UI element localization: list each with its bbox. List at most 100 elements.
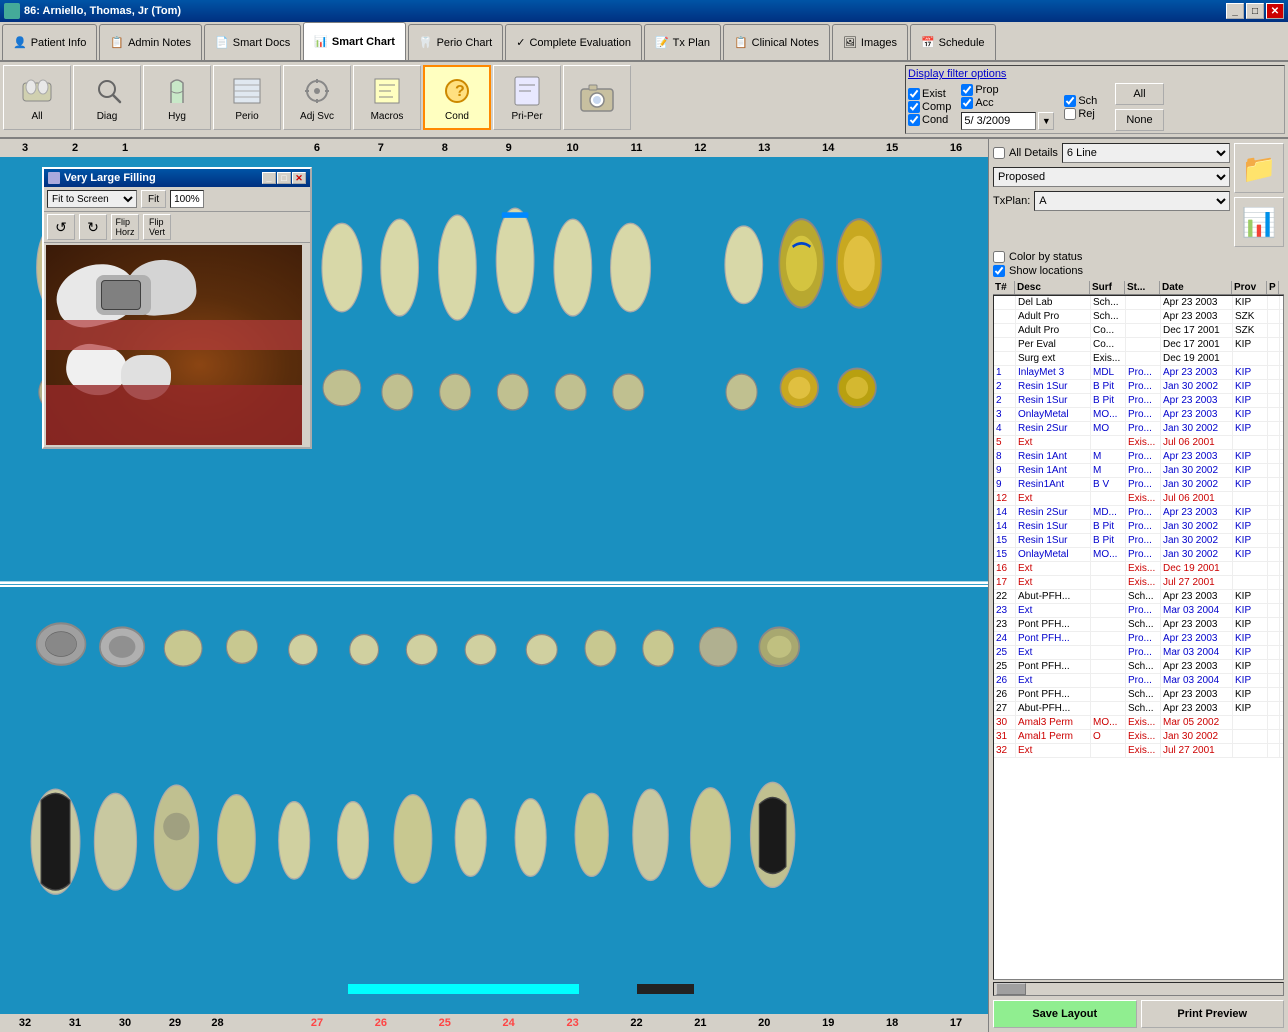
- folder-icon-btn[interactable]: 📁: [1234, 143, 1284, 193]
- tab-patient-info[interactable]: 👤 Patient Info: [2, 24, 97, 60]
- print-preview-button[interactable]: Print Preview: [1141, 1000, 1285, 1028]
- fw-fit-select[interactable]: Fit to Screen Original: [47, 190, 137, 208]
- table-row[interactable]: 27 Abut-PFH... Sch... Apr 23 2003 KIP: [994, 702, 1283, 716]
- line-select[interactable]: 6 Line 4 Line 8 Line: [1062, 143, 1230, 163]
- table-row[interactable]: 17 Ext Exis... Jul 27 2001: [994, 576, 1283, 590]
- filter-comp-checkbox[interactable]: [908, 101, 920, 113]
- close-button[interactable]: ✕: [1266, 3, 1284, 19]
- clinical-notes-icon: 📋: [734, 36, 748, 49]
- table-row[interactable]: 12 Ext Exis... Jul 06 2001: [994, 492, 1283, 506]
- floating-window-buttons: _ □ ✕: [262, 172, 306, 184]
- tool-adj-svc[interactable]: Adj Svc: [283, 65, 351, 130]
- tool-cond-label: Cond: [445, 111, 469, 122]
- filter-prop-checkbox[interactable]: [961, 84, 973, 96]
- fw-fit-button[interactable]: Fit: [141, 190, 166, 208]
- tab-admin-notes[interactable]: 📋 Admin Notes: [99, 24, 202, 60]
- table-row[interactable]: 1 InlayMet 3 MDL Pro... Apr 23 2003 KIP: [994, 366, 1283, 380]
- scrollbar-thumb[interactable]: [996, 983, 1026, 995]
- tab-complete-eval[interactable]: ✓ Complete Evaluation: [505, 24, 642, 60]
- filter-all-button[interactable]: All: [1115, 83, 1163, 105]
- cell-desc: Resin 2Sur: [1016, 422, 1091, 435]
- tab-schedule[interactable]: 📅 Schedule: [910, 24, 996, 60]
- tool-diag[interactable]: Diag: [73, 65, 141, 130]
- table-row[interactable]: Adult Pro Sch... Apr 23 2003 SZK: [994, 310, 1283, 324]
- col-desc: Desc: [1015, 281, 1090, 294]
- fw-undo-button[interactable]: ↺: [47, 214, 75, 240]
- table-row[interactable]: Per Eval Co... Dec 17 2001 KIP: [994, 338, 1283, 352]
- table-row[interactable]: 25 Ext Pro... Mar 03 2004 KIP: [994, 646, 1283, 660]
- tool-hyg[interactable]: Hyg: [143, 65, 211, 130]
- table-horizontal-scrollbar[interactable]: [993, 982, 1284, 996]
- chart-table[interactable]: Del Lab Sch... Apr 23 2003 KIP Adult Pro…: [993, 295, 1284, 980]
- filter-link[interactable]: Display filter options: [908, 68, 1006, 80]
- table-row[interactable]: Del Lab Sch... Apr 23 2003 KIP: [994, 296, 1283, 310]
- chart-icon-btn[interactable]: 📊: [1234, 197, 1284, 247]
- table-row[interactable]: 22 Abut-PFH... Sch... Apr 23 2003 KIP: [994, 590, 1283, 604]
- tab-images[interactable]: 🖼 Images: [832, 24, 908, 60]
- table-row[interactable]: Surg ext Exis... Dec 19 2001: [994, 352, 1283, 366]
- table-row[interactable]: 3 OnlayMetal MO... Pro... Apr 23 2003 KI…: [994, 408, 1283, 422]
- table-row[interactable]: 15 OnlayMetal MO... Pro... Jan 30 2002 K…: [994, 548, 1283, 562]
- table-row[interactable]: 31 Amal1 Perm O Exis... Jan 30 2002: [994, 730, 1283, 744]
- table-row[interactable]: 24 Pont PFH... Pro... Apr 23 2003 KIP: [994, 632, 1283, 646]
- txplan-label: TxPlan:: [993, 195, 1030, 207]
- tab-smart-chart[interactable]: 📊 Smart Chart: [303, 22, 406, 60]
- tool-cond[interactable]: ? Cond: [423, 65, 491, 130]
- table-row[interactable]: 5 Ext Exis... Jul 06 2001: [994, 436, 1283, 450]
- table-row[interactable]: 25 Pont PFH... Sch... Apr 23 2003 KIP: [994, 660, 1283, 674]
- tooth-num-11: 11: [605, 142, 669, 154]
- save-layout-button[interactable]: Save Layout: [993, 1000, 1137, 1028]
- status-select[interactable]: Proposed Existing Scheduled: [993, 167, 1230, 187]
- cell-prov: KIP: [1233, 366, 1268, 379]
- filter-date-input[interactable]: [961, 112, 1036, 130]
- table-row[interactable]: 4 Resin 2Sur MO Pro... Jan 30 2002 KIP: [994, 422, 1283, 436]
- tab-clinical-notes[interactable]: 📋 Clinical Notes: [723, 24, 830, 60]
- tool-all[interactable]: All: [3, 65, 71, 130]
- filter-none-button[interactable]: None: [1115, 109, 1163, 131]
- filter-date-dropdown[interactable]: ▼: [1038, 112, 1054, 130]
- table-row[interactable]: 2 Resin 1Sur B Pit Pro... Apr 23 2003 KI…: [994, 394, 1283, 408]
- tool-macros[interactable]: Macros: [353, 65, 421, 130]
- fw-close-button[interactable]: ✕: [292, 172, 306, 184]
- table-row[interactable]: 26 Pont PFH... Sch... Apr 23 2003 KIP: [994, 688, 1283, 702]
- tab-perio-chart[interactable]: 🦷 Perio Chart: [408, 24, 503, 60]
- tool-perio[interactable]: Perio: [213, 65, 281, 130]
- table-row[interactable]: Adult Pro Co... Dec 17 2001 SZK: [994, 324, 1283, 338]
- filter-cond-checkbox[interactable]: [908, 114, 920, 126]
- maximize-button[interactable]: □: [1246, 3, 1264, 19]
- table-row[interactable]: 14 Resin 2Sur MD... Pro... Apr 23 2003 K…: [994, 506, 1283, 520]
- table-row[interactable]: 30 Amal3 Perm MO... Exis... Mar 05 2002: [994, 716, 1283, 730]
- filter-sch: Sch: [1064, 95, 1097, 107]
- table-row[interactable]: 2 Resin 1Sur B Pit Pro... Jan 30 2002 KI…: [994, 380, 1283, 394]
- tab-tx-plan[interactable]: 📝 Tx Plan: [644, 24, 721, 60]
- table-row[interactable]: 8 Resin 1Ant M Pro... Apr 23 2003 KIP: [994, 450, 1283, 464]
- table-row[interactable]: 9 Resin1Ant B V Pro... Jan 30 2002 KIP: [994, 478, 1283, 492]
- tool-camera[interactable]: [563, 65, 631, 130]
- table-row[interactable]: 16 Ext Exis... Dec 19 2001: [994, 562, 1283, 576]
- table-row[interactable]: 23 Pont PFH... Sch... Apr 23 2003 KIP: [994, 618, 1283, 632]
- table-row[interactable]: 23 Ext Pro... Mar 03 2004 KIP: [994, 604, 1283, 618]
- fw-flip-horz-button[interactable]: FlipHorz: [111, 214, 139, 240]
- minimize-button[interactable]: _: [1226, 3, 1244, 19]
- show-locations-checkbox[interactable]: [993, 265, 1005, 277]
- fw-redo-button[interactable]: ↻: [79, 214, 107, 240]
- cell-surf: B Pit: [1091, 394, 1126, 407]
- fw-maximize-button[interactable]: □: [277, 172, 291, 184]
- table-row[interactable]: 14 Resin 1Sur B Pit Pro... Jan 30 2002 K…: [994, 520, 1283, 534]
- filter-rej-checkbox[interactable]: [1064, 108, 1076, 120]
- fw-flip-vert-button[interactable]: FlipVert: [143, 214, 171, 240]
- filter-acc-checkbox[interactable]: [961, 97, 973, 109]
- table-row[interactable]: 26 Ext Pro... Mar 03 2004 KIP: [994, 674, 1283, 688]
- table-row[interactable]: 32 Ext Exis... Jul 27 2001: [994, 744, 1283, 758]
- table-row[interactable]: 9 Resin 1Ant M Pro... Jan 30 2002 KIP: [994, 464, 1283, 478]
- all-details-checkbox[interactable]: [993, 147, 1005, 159]
- tab-smart-docs[interactable]: 📄 Smart Docs: [204, 24, 301, 60]
- filter-sch-checkbox[interactable]: [1064, 95, 1076, 107]
- table-row[interactable]: 15 Resin 1Sur B Pit Pro... Jan 30 2002 K…: [994, 534, 1283, 548]
- tool-pri-per[interactable]: Pri-Per: [493, 65, 561, 130]
- txplan-select[interactable]: A B C: [1034, 191, 1230, 211]
- color-by-status-checkbox[interactable]: [993, 251, 1005, 263]
- tooth-num-1: 1: [100, 142, 150, 154]
- fw-minimize-button[interactable]: _: [262, 172, 276, 184]
- filter-exist-checkbox[interactable]: [908, 88, 920, 100]
